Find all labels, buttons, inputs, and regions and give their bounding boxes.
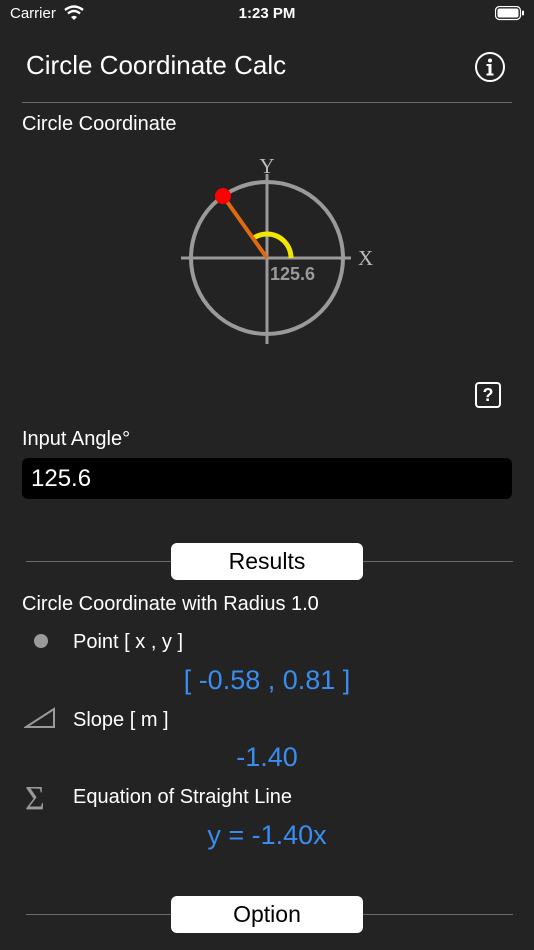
battery-icon: [494, 5, 525, 25]
point-value: [ -0.58 , 0.81 ]: [183, 665, 351, 695]
help-button[interactable]: ?: [475, 382, 501, 408]
results-divider-left: [26, 561, 171, 562]
option-divider-right: [363, 914, 513, 915]
circle-section-title: Circle Coordinate: [22, 113, 177, 135]
equation-value: y = -1.40x: [207, 820, 327, 850]
equation-label: Equation of Straight Line: [73, 786, 293, 808]
status-bar: Carrier 1:23 PM: [0, 0, 534, 30]
option-header: Option: [171, 896, 363, 933]
results-divider-right: [363, 561, 513, 562]
radius-line: [221, 194, 269, 260]
results-header: Results: [171, 543, 363, 580]
header-divider: [22, 102, 512, 103]
info-icon[interactable]: [474, 51, 506, 88]
unit-circle-diagram: Y X 125.6: [181, 154, 373, 344]
option-divider-left: [26, 914, 171, 915]
results-subtitle: Circle Coordinate with Radius 1.0: [22, 593, 319, 615]
svg-text:Σ: Σ: [25, 780, 45, 813]
angle-value-label: 125.6: [270, 264, 315, 284]
sigma-icon: Σ: [25, 779, 55, 818]
slope-label: Slope [ m ]: [73, 709, 169, 731]
slope-icon: [22, 707, 56, 734]
clock: 1:23 PM: [238, 5, 296, 22]
point-label: Point [ x , y ]: [73, 631, 184, 653]
slope-value: -1.40: [236, 742, 298, 772]
angle-arc: [266, 231, 294, 259]
y-axis-label: Y: [259, 154, 274, 178]
angle-input[interactable]: [22, 458, 512, 499]
page-title: Circle Coordinate Calc: [26, 50, 287, 80]
point-marker: [215, 188, 231, 204]
x-axis-label: X: [358, 246, 373, 270]
dot-icon: [33, 633, 49, 654]
input-angle-label: Input Angle°: [22, 428, 131, 450]
